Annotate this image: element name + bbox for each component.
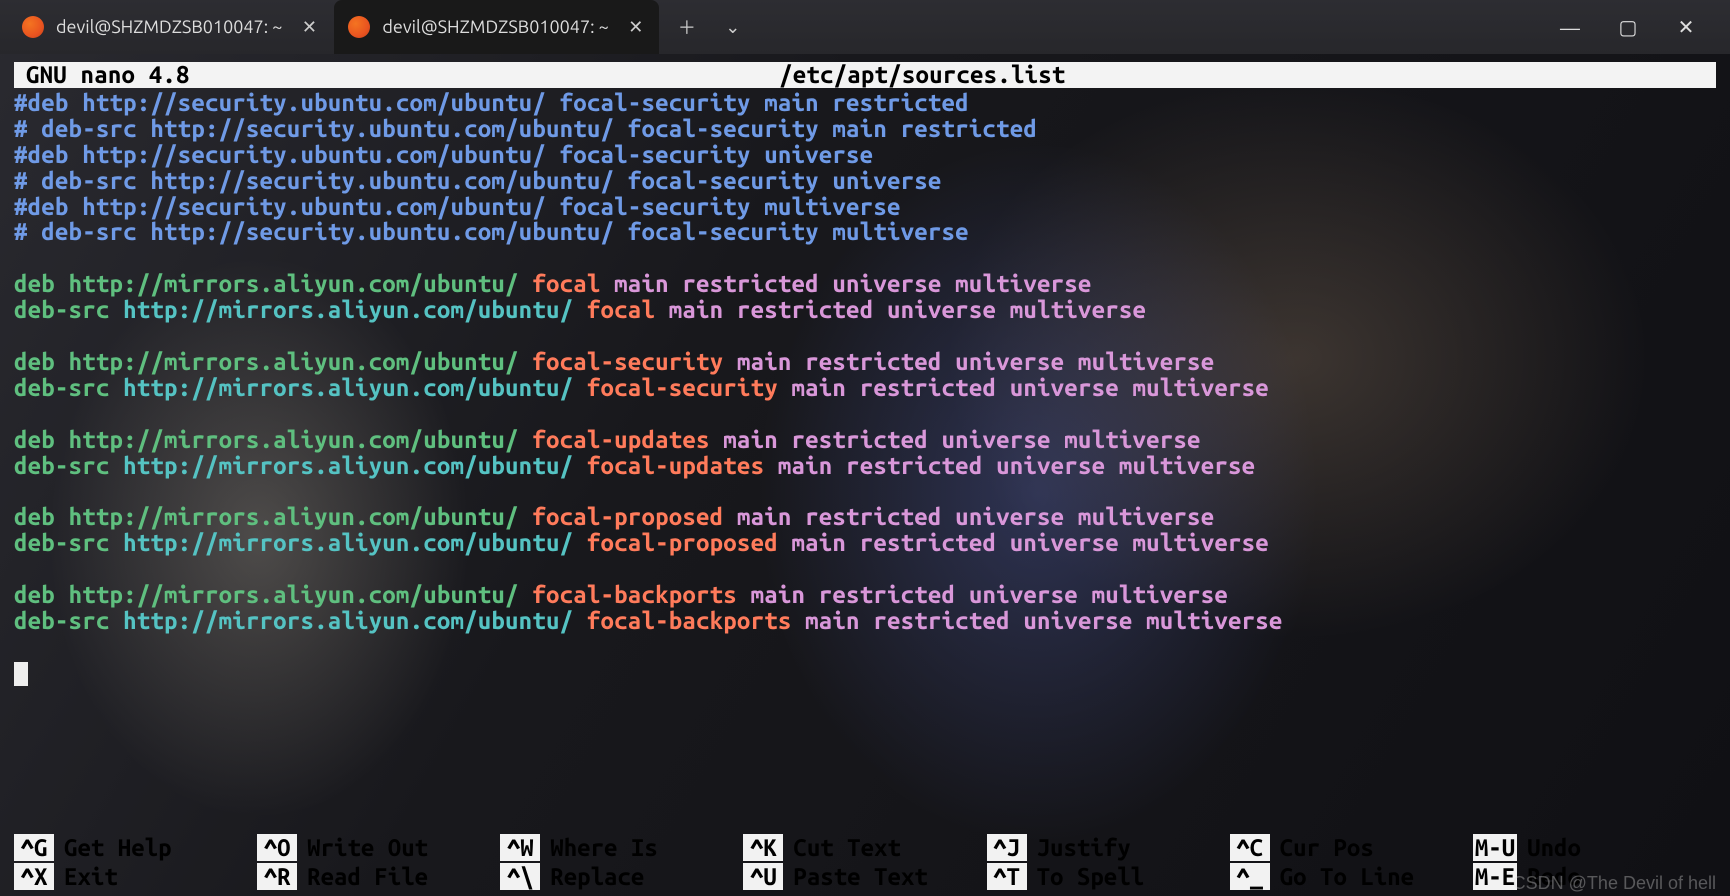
- shortcut-key: ^X: [14, 863, 54, 890]
- file-line: #deb http://security.ubuntu.com/ubuntu/ …: [14, 194, 1716, 220]
- shortcut-go-to-line: ^_ Go To Line: [1230, 863, 1473, 890]
- shortcut-write-out: ^O Write Out: [257, 834, 500, 861]
- ubuntu-icon: [22, 16, 44, 38]
- file-line: deb-src http://mirrors.aliyun.com/ubuntu…: [14, 375, 1716, 401]
- shortcut-label: Justify: [1037, 834, 1131, 861]
- shortcut-read-file: ^R Read File: [257, 863, 500, 890]
- file-line: [14, 660, 1716, 686]
- file-line: [14, 401, 1716, 427]
- file-line: [14, 245, 1716, 271]
- tab-title: devil@SHZMDZSB010047: ~: [382, 17, 608, 37]
- shortcut-key: ^G: [14, 834, 54, 861]
- shortcut-label: Exit: [64, 863, 118, 890]
- close-tab-icon[interactable]: ✕: [627, 18, 645, 36]
- file-line: [14, 479, 1716, 505]
- shortcut-key: ^W: [500, 834, 540, 861]
- file-line: deb http://mirrors.aliyun.com/ubuntu/ fo…: [14, 271, 1716, 297]
- shortcut-key: ^T: [987, 863, 1027, 890]
- shortcut-label: Cur Pos: [1280, 834, 1374, 861]
- shortcut-key: M-U: [1473, 834, 1517, 861]
- tab-title: devil@SHZMDZSB010047: ~: [56, 17, 282, 37]
- shortcut-key: ^C: [1230, 834, 1270, 861]
- file-content: #deb http://security.ubuntu.com/ubuntu/ …: [14, 90, 1716, 686]
- maximize-button[interactable]: ▢: [1606, 8, 1650, 46]
- shortcut-key: ^R: [257, 863, 297, 890]
- shortcut-justify: ^J Justify: [987, 834, 1230, 861]
- shortcut-key: ^J: [987, 834, 1027, 861]
- file-line: # deb-src http://security.ubuntu.com/ubu…: [14, 116, 1716, 142]
- shortcut-key: ^\: [500, 863, 540, 890]
- file-line: #deb http://security.ubuntu.com/ubuntu/ …: [14, 90, 1716, 116]
- file-line: deb http://mirrors.aliyun.com/ubuntu/ fo…: [14, 349, 1716, 375]
- file-line: #deb http://security.ubuntu.com/ubuntu/ …: [14, 142, 1716, 168]
- shortcut-label: Go To Line: [1280, 863, 1414, 890]
- shortcut-label: Cut Text: [793, 834, 901, 861]
- cursor: [14, 662, 28, 686]
- file-line: deb-src http://mirrors.aliyun.com/ubuntu…: [14, 297, 1716, 323]
- shortcut-key: ^_: [1230, 863, 1270, 890]
- shortcut-cut-text: ^K Cut Text: [743, 834, 986, 861]
- file-line: deb http://mirrors.aliyun.com/ubuntu/ fo…: [14, 582, 1716, 608]
- minimize-button[interactable]: —: [1548, 8, 1592, 46]
- terminal-area[interactable]: GNU nano 4.8 /etc/apt/sources.list #deb …: [0, 54, 1730, 686]
- shortcut-key: ^K: [743, 834, 783, 861]
- shortcut-replace: ^\ Replace: [500, 863, 743, 890]
- shortcut-label: Paste Text: [793, 863, 927, 890]
- file-line: deb-src http://mirrors.aliyun.com/ubuntu…: [14, 453, 1716, 479]
- watermark: CSDN @The Devil of hell: [1513, 873, 1716, 894]
- shortcut-key: ^O: [257, 834, 297, 861]
- nano-filename: /etc/apt/sources.list: [779, 62, 1065, 88]
- close-window-button[interactable]: ✕: [1664, 8, 1708, 46]
- nano-shortcuts: ^G Get Help ^O Write Out ^W Where Is ^K Cut Tex…: [14, 834, 1716, 890]
- file-line: deb http://mirrors.aliyun.com/ubuntu/ fo…: [14, 504, 1716, 530]
- file-line: deb-src http://mirrors.aliyun.com/ubuntu…: [14, 608, 1716, 634]
- shortcut-undo: M-U Undo: [1473, 834, 1716, 861]
- file-line: [14, 323, 1716, 349]
- file-line: [14, 634, 1716, 660]
- shortcut-label: Write Out: [307, 834, 428, 861]
- shortcut-key: M-E: [1473, 863, 1517, 890]
- shortcut-where-is: ^W Where Is: [500, 834, 743, 861]
- close-tab-icon[interactable]: ✕: [300, 18, 318, 36]
- shortcut-exit: ^X Exit: [14, 863, 257, 890]
- shortcut-paste-text: ^U Paste Text: [743, 863, 986, 890]
- shortcut-label: To Spell: [1037, 863, 1145, 890]
- nano-app-name: GNU nano 4.8: [26, 62, 190, 88]
- file-line: deb http://mirrors.aliyun.com/ubuntu/ fo…: [14, 427, 1716, 453]
- tab-2[interactable]: devil@SHZMDZSB010047: ~ ✕: [334, 0, 658, 54]
- new-tab-button[interactable]: ＋: [667, 7, 707, 47]
- tab-dropdown-icon[interactable]: ⌄: [713, 7, 753, 47]
- ubuntu-icon: [348, 16, 370, 38]
- shortcut-label: Where Is: [550, 834, 658, 861]
- shortcut-label: Get Help: [64, 834, 172, 861]
- shortcut-label: Read File: [307, 863, 428, 890]
- shortcut-label: Replace: [550, 863, 644, 890]
- file-line: [14, 556, 1716, 582]
- nano-header: GNU nano 4.8 /etc/apt/sources.list: [14, 62, 1716, 88]
- window-titlebar: devil@SHZMDZSB010047: ~ ✕ devil@SHZMDZSB…: [0, 0, 1730, 54]
- file-line: # deb-src http://security.ubuntu.com/ubu…: [14, 168, 1716, 194]
- shortcut-key: ^U: [743, 863, 783, 890]
- shortcut-to-spell: ^T To Spell: [987, 863, 1230, 890]
- shortcut-label: Undo: [1527, 834, 1581, 861]
- file-line: # deb-src http://security.ubuntu.com/ubu…: [14, 219, 1716, 245]
- tab-1[interactable]: devil@SHZMDZSB010047: ~ ✕: [8, 0, 332, 54]
- file-line: deb-src http://mirrors.aliyun.com/ubuntu…: [14, 530, 1716, 556]
- shortcut-cur-pos: ^C Cur Pos: [1230, 834, 1473, 861]
- shortcut-get-help: ^G Get Help: [14, 834, 257, 861]
